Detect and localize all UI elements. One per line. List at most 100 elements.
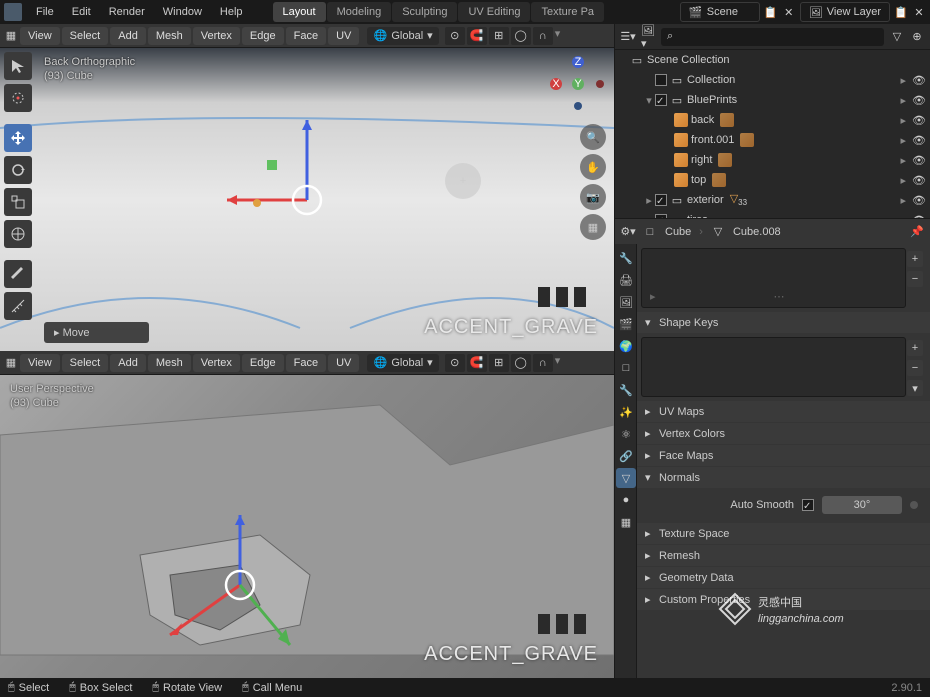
proportional-icon[interactable]: ◯ <box>511 27 531 45</box>
outliner-type-icon[interactable]: ☰▾ <box>621 30 635 44</box>
selectable-icon[interactable]: ▸ <box>901 194 907 207</box>
outliner-item[interactable]: top▸👁 <box>615 170 930 190</box>
selectable-icon[interactable]: ▸ <box>901 174 907 187</box>
panel-shape-keys[interactable]: ▾Shape Keys <box>637 312 930 333</box>
measure-tool[interactable] <box>4 292 32 320</box>
vh1-uv[interactable]: UV <box>328 27 359 45</box>
viewlayer-selector[interactable]: 🖼 View Layer <box>800 2 890 22</box>
pivot-icon[interactable]: ⊙ <box>445 354 465 372</box>
move-tool[interactable] <box>4 124 32 152</box>
eye-icon[interactable]: 👁 <box>912 174 926 187</box>
workspace-tab-layout[interactable]: Layout <box>273 2 326 22</box>
viewport-top[interactable]: Back Orthographic (93) Cube XYZ 🔍 ✋ 📷 ▦ <box>0 48 614 351</box>
vh2-vertex[interactable]: Vertex <box>193 354 240 372</box>
outliner-root[interactable]: ▭ Scene Collection <box>615 50 930 70</box>
eye-icon[interactable]: 👁 <box>912 94 926 107</box>
selectable-icon[interactable]: ▸ <box>901 134 907 147</box>
auto-smooth-angle[interactable]: 30° <box>822 496 902 514</box>
vh2-add[interactable]: Add <box>110 354 146 372</box>
specials-button[interactable]: ▾ <box>907 380 923 396</box>
pin-icon[interactable]: 📌 <box>910 225 924 239</box>
orientation-dropdown-2[interactable]: 🌐 Global ▾ <box>367 354 438 372</box>
vh1-view[interactable]: View <box>20 27 60 45</box>
vh2-face[interactable]: Face <box>286 354 326 372</box>
visibility-checkbox[interactable] <box>655 214 667 218</box>
vh1-select[interactable]: Select <box>62 27 109 45</box>
outliner-item[interactable]: back▸👁 <box>615 110 930 130</box>
tab-scene[interactable]: 🎬 <box>616 314 636 334</box>
proportional-icon[interactable]: ◯ <box>511 354 531 372</box>
props-type-icon[interactable]: ⚙▾ <box>621 225 635 239</box>
eye-icon[interactable]: 👁 <box>912 194 926 207</box>
proportional-mode-icon[interactable]: ∩ <box>533 27 553 45</box>
3d-cursor-tool[interactable] <box>4 84 32 112</box>
selectable-icon[interactable]: ▸ <box>901 214 907 219</box>
tab-object[interactable]: □ <box>616 358 636 378</box>
panel-vertex-colors[interactable]: ▸Vertex Colors <box>637 423 930 444</box>
outliner-item[interactable]: right▸👁 <box>615 150 930 170</box>
snap-mode-icon[interactable]: ⊞ <box>489 27 509 45</box>
visibility-checkbox[interactable] <box>655 74 667 86</box>
scene-browse-icon[interactable]: 📋 <box>764 5 778 19</box>
tab-data[interactable]: ▽ <box>616 468 636 488</box>
new-collection-icon[interactable]: ⊕ <box>910 30 924 44</box>
vh2-mesh[interactable]: Mesh <box>148 354 191 372</box>
panel-uv-maps[interactable]: ▸UV Maps <box>637 401 930 422</box>
pan-icon[interactable]: ✋ <box>580 154 606 180</box>
menu-window[interactable]: Window <box>155 3 210 21</box>
expand-toggle[interactable]: ▾ <box>643 94 655 107</box>
outliner-item[interactable]: ▸▭exterior▽33▸👁 <box>615 190 930 210</box>
redo-panel[interactable]: ▸ Move <box>44 322 149 343</box>
workspace-tab-sculpting[interactable]: Sculpting <box>392 2 457 22</box>
eye-icon[interactable]: 👁 <box>912 74 926 87</box>
workspace-tab-uvediting[interactable]: UV Editing <box>458 2 530 22</box>
expand-toggle[interactable]: ▸ <box>643 194 655 207</box>
vh1-face[interactable]: Face <box>286 27 326 45</box>
tab-physics[interactable]: ⚛ <box>616 424 636 444</box>
shape-keys-list[interactable]: + − ▾ <box>641 337 906 397</box>
expand-toggle[interactable]: ▸ <box>643 214 655 219</box>
filter-icon[interactable]: ▽ <box>890 30 904 44</box>
menu-help[interactable]: Help <box>212 3 251 21</box>
panel-face-maps[interactable]: ▸Face Maps <box>637 445 930 466</box>
panel-remesh[interactable]: ▸Remesh <box>637 545 930 566</box>
vh2-edge[interactable]: Edge <box>242 354 284 372</box>
remove-button[interactable]: − <box>907 360 923 376</box>
transform-gizmo[interactable] <box>207 100 407 300</box>
menu-render[interactable]: Render <box>101 3 153 21</box>
outliner-search[interactable]: ⌕ <box>661 28 884 46</box>
selectable-icon[interactable]: ▸ <box>901 154 907 167</box>
selectable-icon[interactable]: ▸ <box>901 94 907 107</box>
editor-type-icon[interactable]: ▦ <box>4 356 18 370</box>
vh2-select[interactable]: Select <box>62 354 109 372</box>
annotate-tool[interactable] <box>4 260 32 288</box>
snap-mode-icon[interactable]: ⊞ <box>489 354 509 372</box>
grid-icon[interactable]: ▦ <box>580 214 606 240</box>
tab-constraints[interactable]: 🔗 <box>616 446 636 466</box>
tab-render[interactable]: 🔧 <box>616 248 636 268</box>
rotate-tool[interactable] <box>4 156 32 184</box>
animate-dot-icon[interactable] <box>910 501 918 509</box>
visibility-checkbox[interactable] <box>655 194 667 206</box>
vh2-uv[interactable]: UV <box>328 354 359 372</box>
menu-file[interactable]: File <box>28 3 62 21</box>
tab-output[interactable]: 🖨 <box>616 270 636 290</box>
eye-icon[interactable]: 👁 <box>912 114 926 127</box>
editor-type-icon[interactable]: ▦ <box>4 29 18 43</box>
display-mode-icon[interactable]: 🖼▾ <box>641 30 655 44</box>
camera-icon[interactable]: 📷 <box>580 184 606 210</box>
scale-tool[interactable] <box>4 188 32 216</box>
nav-gizmo[interactable]: XYZ <box>550 56 606 115</box>
outliner-item[interactable]: ▸▭tires▸👁 <box>615 210 930 218</box>
viewport-bottom[interactable]: User Perspective (93) Cube ACCENT_GRAVE <box>0 375 614 678</box>
orientation-dropdown[interactable]: 🌐 Global ▾ <box>367 27 438 45</box>
layer-browse-icon[interactable]: 📋 <box>894 5 908 19</box>
layer-close-icon[interactable]: ✕ <box>912 5 926 19</box>
scene-close-icon[interactable]: ✕ <box>782 5 796 19</box>
outliner-item[interactable]: ▭Collection▸👁 <box>615 70 930 90</box>
tab-material[interactable]: ● <box>616 490 636 510</box>
add-button[interactable]: + <box>907 340 923 356</box>
vh1-add[interactable]: Add <box>110 27 146 45</box>
workspace-tab-texture[interactable]: Texture Pa <box>531 2 604 22</box>
transform-gizmo-2[interactable] <box>150 495 330 675</box>
